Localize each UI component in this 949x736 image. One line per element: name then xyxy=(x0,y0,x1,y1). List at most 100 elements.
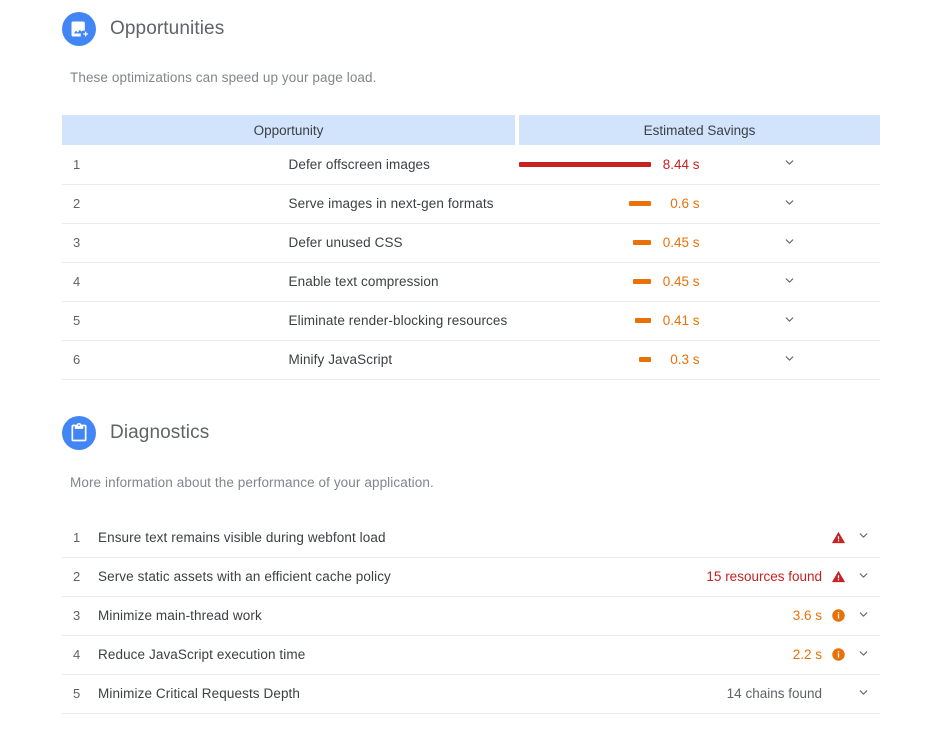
chevron-down-icon[interactable] xyxy=(783,313,796,326)
table-row[interactable]: 4 Enable text compression 0.45 s xyxy=(62,262,880,301)
lighthouse-report: Opportunities These optimizations can sp… xyxy=(0,0,949,736)
warning-triangle-icon xyxy=(830,529,846,545)
estimated-savings-cell: 0.6 s xyxy=(519,184,700,223)
savings-bar xyxy=(632,240,651,245)
diagnostic-value: 2.2 s xyxy=(792,647,822,662)
table-row[interactable]: 1 Ensure text remains visible during webf… xyxy=(62,518,880,557)
diagnostic-value: 15 resources found xyxy=(706,569,822,584)
chevron-down-icon[interactable] xyxy=(783,274,796,287)
clipboard-icon xyxy=(62,416,96,450)
savings-bar xyxy=(628,201,651,206)
diagnostics-table: 1 Ensure text remains visible during webf… xyxy=(62,518,880,714)
diagnostics-table-wrap: 1 Ensure text remains visible during webf… xyxy=(62,518,880,714)
expand-row-button[interactable] xyxy=(846,557,880,596)
column-header-estimated-savings: Estimated Savings xyxy=(519,115,880,145)
savings-value: 0.6 s xyxy=(670,196,700,211)
chevron-down-icon[interactable] xyxy=(857,569,870,582)
estimated-savings-cell: 0.41 s xyxy=(519,301,700,340)
chevron-down-icon[interactable] xyxy=(857,647,870,660)
table-row[interactable]: 3 Defer unused CSS 0.45 s xyxy=(62,223,880,262)
table-row[interactable]: 2 Serve static assets with an efficient c… xyxy=(62,557,880,596)
chevron-down-icon[interactable] xyxy=(783,196,796,209)
row-index: 4 xyxy=(73,647,81,662)
diagnostic-value-cell: 3.6 s xyxy=(597,596,846,635)
row-index: 4 xyxy=(73,274,81,289)
opportunities-section-header: Opportunities xyxy=(62,12,224,46)
diagnostic-value-cell: 14 chains found xyxy=(597,674,846,713)
expand-row-button[interactable] xyxy=(700,184,881,223)
savings-bar xyxy=(632,279,651,284)
chevron-down-icon[interactable] xyxy=(857,608,870,621)
savings-value: 0.3 s xyxy=(670,352,700,367)
info-circle-icon xyxy=(830,647,846,663)
row-index: 5 xyxy=(73,686,81,701)
diagnostic-label: Reduce JavaScript execution time xyxy=(98,647,306,662)
expand-row-button[interactable] xyxy=(846,518,880,557)
chevron-down-icon[interactable] xyxy=(857,686,870,699)
warning-triangle-icon xyxy=(830,569,846,585)
expand-row-button[interactable] xyxy=(846,674,880,713)
opportunities-table-body: 1 Defer offscreen images 8.44 s 2 Serve imag… xyxy=(62,145,880,379)
savings-bar xyxy=(638,357,651,362)
diagnostic-label: Minimize Critical Requests Depth xyxy=(98,686,301,701)
info-circle-icon xyxy=(830,608,846,624)
row-index: 1 xyxy=(73,156,81,172)
chevron-down-icon[interactable] xyxy=(783,352,796,365)
column-header-opportunity: Opportunity xyxy=(62,115,515,145)
row-index: 2 xyxy=(73,569,81,584)
expand-row-button[interactable] xyxy=(700,301,881,340)
table-row[interactable]: 4 Reduce JavaScript execution time 2.2 s xyxy=(62,635,880,674)
savings-bar xyxy=(519,161,651,167)
row-index: 1 xyxy=(73,529,81,545)
diagnostic-label: Serve static assets with an efficient ca… xyxy=(98,569,391,584)
page-title-opportunities: Opportunities xyxy=(110,18,225,39)
table-row[interactable]: 1 Defer offscreen images 8.44 s xyxy=(62,145,880,184)
opportunities-table: Opportunity Estimated Savings 1 Defer off… xyxy=(62,115,880,380)
estimated-savings-cell: 0.45 s xyxy=(519,223,700,262)
diagnostic-value-cell xyxy=(597,518,846,557)
table-row[interactable]: 5 Eliminate render-blocking resources 0.41… xyxy=(62,301,880,340)
opportunities-table-header: Opportunity Estimated Savings xyxy=(62,115,880,145)
row-index: 3 xyxy=(73,235,81,250)
chevron-down-icon[interactable] xyxy=(857,529,870,542)
insert-photo-add-icon xyxy=(62,12,96,46)
opportunity-label: Serve images in next-gen formats xyxy=(288,196,494,211)
savings-value: 0.41 s xyxy=(662,313,700,328)
row-index: 6 xyxy=(73,352,81,367)
expand-row-button[interactable] xyxy=(700,145,881,184)
row-index: 5 xyxy=(73,313,81,328)
opportunity-label: Defer offscreen images xyxy=(288,156,431,172)
diagnostic-label: Ensure text remains visible during webfo… xyxy=(98,529,386,545)
status-icon-none xyxy=(830,686,846,702)
table-row[interactable]: 6 Minify JavaScript 0.3 s xyxy=(62,340,880,379)
estimated-savings-cell: 0.3 s xyxy=(519,340,700,379)
savings-value: 0.45 s xyxy=(662,235,700,250)
opportunity-label: Enable text compression xyxy=(288,274,439,289)
table-row[interactable]: 2 Serve images in next-gen formats 0.6 s xyxy=(62,184,880,223)
opportunity-label: Defer unused CSS xyxy=(288,235,403,250)
expand-row-button[interactable] xyxy=(846,635,880,674)
chevron-down-icon[interactable] xyxy=(783,156,796,169)
savings-bar xyxy=(634,318,651,323)
expand-row-button[interactable] xyxy=(846,596,880,635)
opportunities-table-wrap: Opportunity Estimated Savings 1 Defer off… xyxy=(62,115,880,380)
estimated-savings-cell: 0.45 s xyxy=(519,262,700,301)
expand-row-button[interactable] xyxy=(700,340,881,379)
diagnostic-value-cell: 15 resources found xyxy=(597,557,846,596)
expand-row-button[interactable] xyxy=(700,223,881,262)
diagnostic-value-cell: 2.2 s xyxy=(597,635,846,674)
opportunities-description: These optimizations can speed up your pa… xyxy=(70,70,377,85)
opportunity-label: Eliminate render-blocking resources xyxy=(288,313,508,328)
expand-row-button[interactable] xyxy=(700,262,881,301)
row-index: 2 xyxy=(73,196,81,211)
row-index: 3 xyxy=(73,608,81,623)
diagnostics-description: More information about the performance o… xyxy=(70,475,434,490)
diagnostics-section-header: Diagnostics xyxy=(62,416,209,450)
savings-value: 8.44 s xyxy=(662,156,700,172)
table-row[interactable]: 3 Minimize main-thread work 3.6 s xyxy=(62,596,880,635)
savings-value: 0.45 s xyxy=(662,274,700,289)
chevron-down-icon[interactable] xyxy=(783,235,796,248)
opportunity-label: Minify JavaScript xyxy=(288,352,393,367)
table-row[interactable]: 5 Minimize Critical Requests Depth 14 chai… xyxy=(62,674,880,713)
estimated-savings-cell: 8.44 s xyxy=(519,145,700,184)
